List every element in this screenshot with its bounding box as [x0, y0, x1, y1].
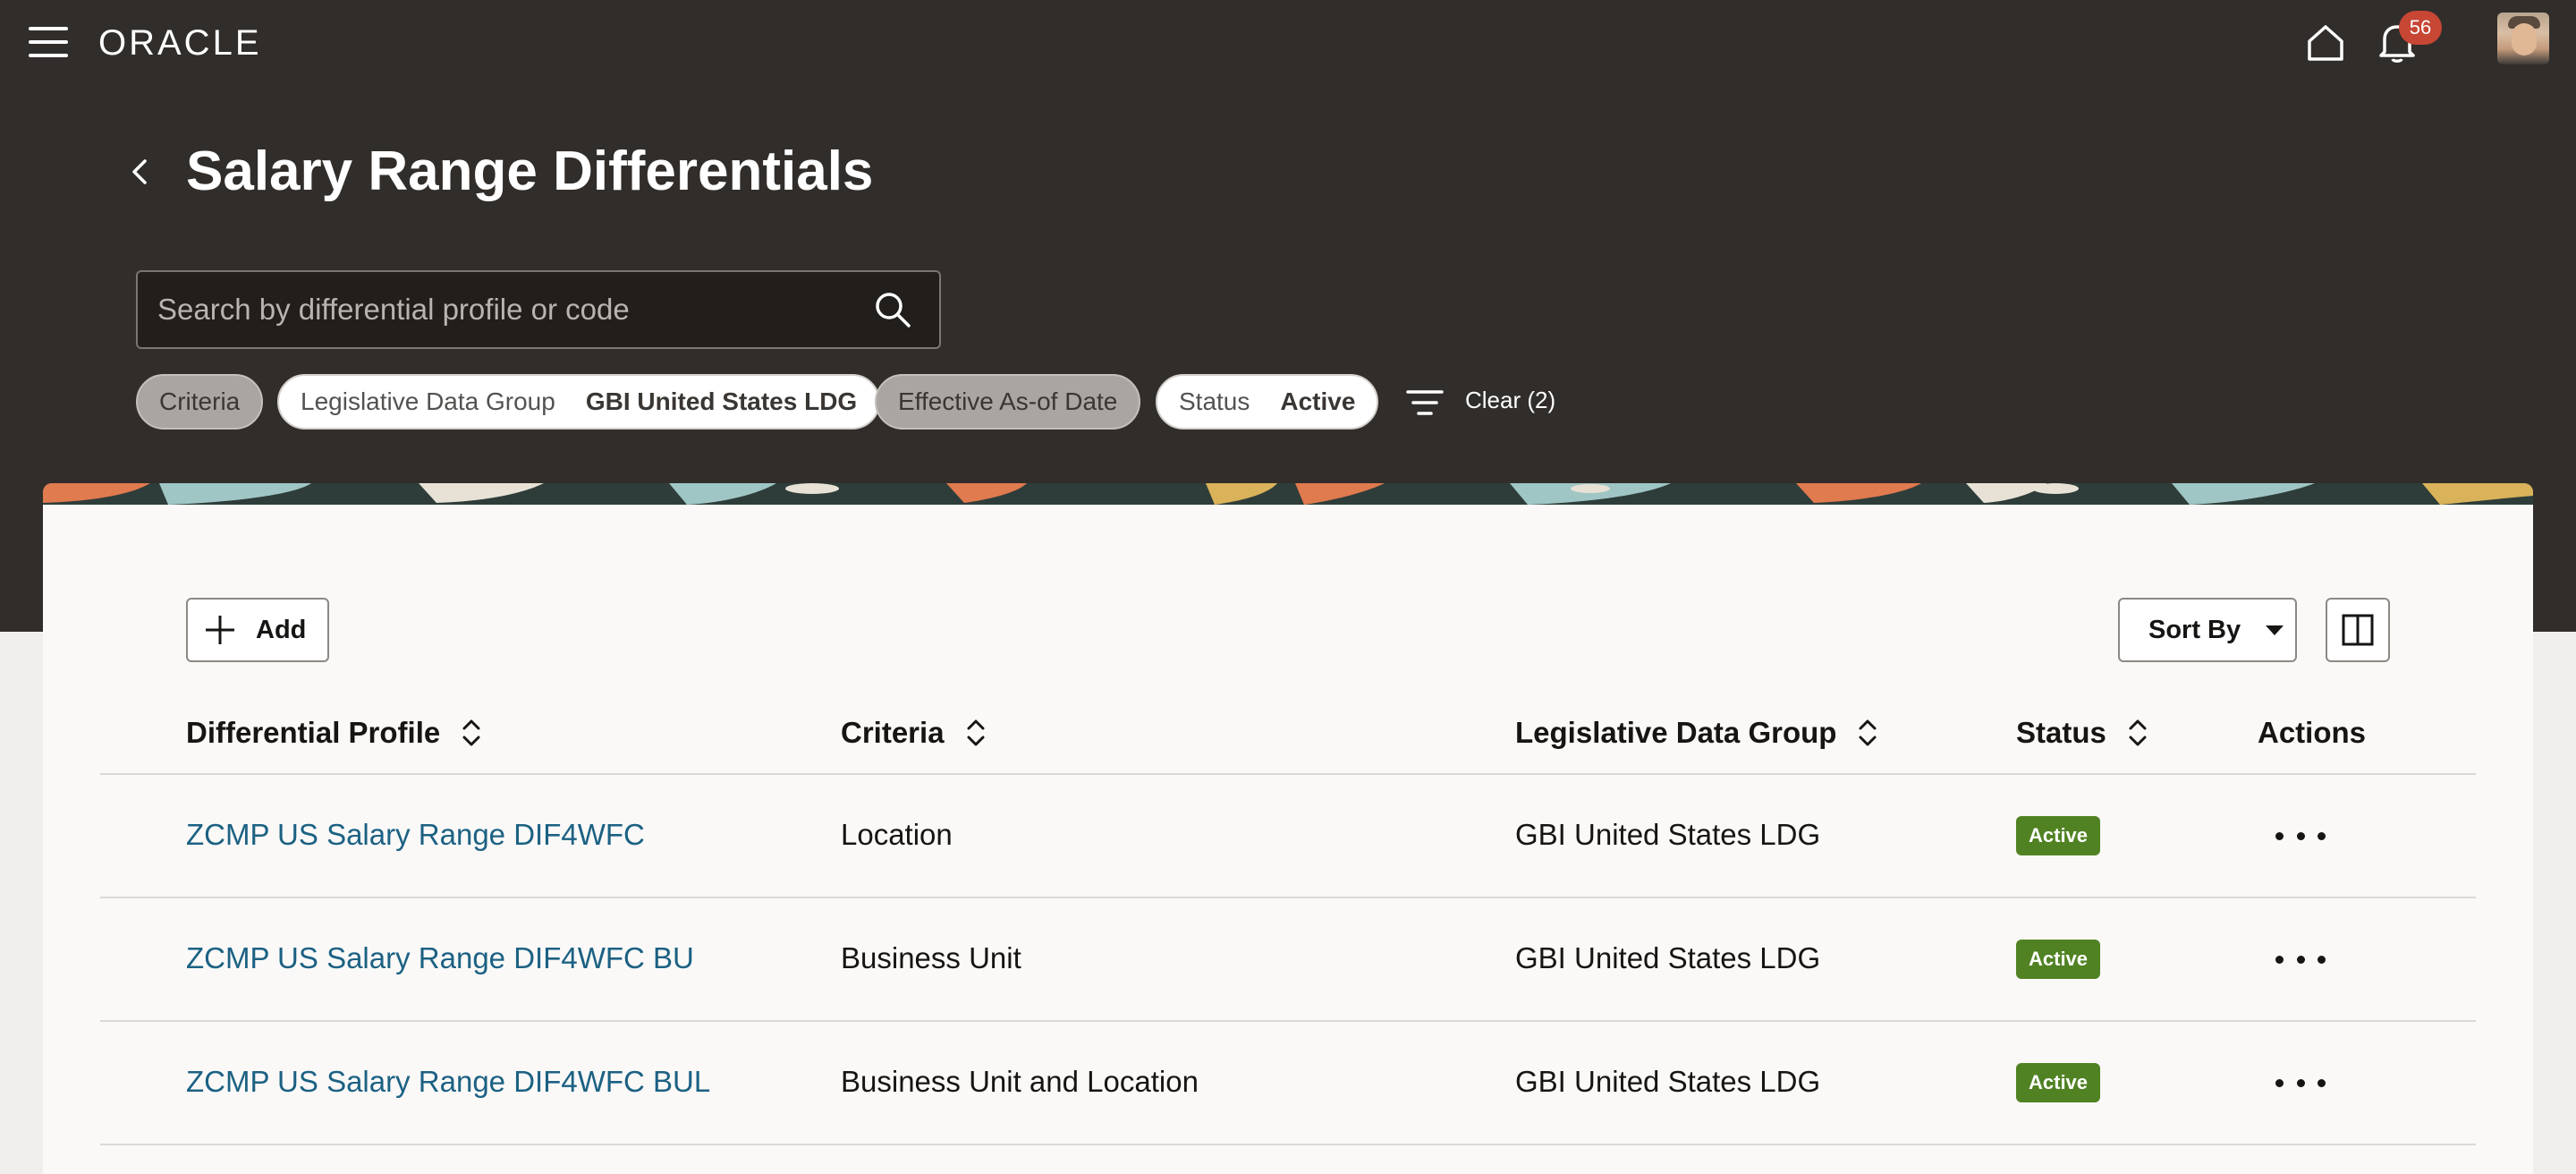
- page-title: Salary Range Differentials: [186, 140, 874, 202]
- column-header-label: Criteria: [841, 716, 945, 749]
- back-chevron-icon[interactable]: [125, 154, 156, 190]
- oracle-logo: ORACLE: [98, 23, 262, 63]
- differential-profile-link[interactable]: ZCMP US Salary Range DIF4WFC BU: [186, 941, 694, 975]
- split-columns-icon: [2342, 614, 2374, 646]
- user-avatar[interactable]: [2497, 13, 2549, 64]
- search-icon[interactable]: [871, 288, 914, 331]
- column-header-label: Actions: [2258, 716, 2367, 749]
- column-header-legislative-data-group[interactable]: Legislative Data Group: [1515, 716, 1879, 750]
- hamburger-menu-icon[interactable]: [29, 27, 68, 57]
- status-badge: Active: [2016, 940, 2101, 979]
- table-row[interactable]: ZCMP US Salary Range DIF4WFC BUL Busines…: [100, 1022, 2476, 1145]
- clear-filters-link[interactable]: Clear (2): [1465, 387, 1555, 414]
- table-row[interactable]: ZCMP US Salary Range DIF4WFC Location GB…: [100, 775, 2476, 898]
- table-header: Differential Profile Criteria Legislativ…: [100, 698, 2476, 775]
- add-button[interactable]: Add: [186, 598, 329, 662]
- status-badge: Active: [2016, 1063, 2101, 1102]
- filter-chip-effective-as-of-date[interactable]: Effective As-of Date: [875, 374, 1141, 430]
- differential-profile-link[interactable]: ZCMP US Salary Range DIF4WFC: [186, 818, 645, 852]
- top-bar: ORACLE 56: [0, 0, 2576, 86]
- filter-chip-legislative-data-group[interactable]: Legislative Data Group GBI United States…: [277, 374, 881, 430]
- sort-arrows-icon: [462, 719, 480, 746]
- criteria-cell: Business Unit: [841, 941, 1021, 974]
- filter-lines-icon[interactable]: [1404, 385, 1445, 421]
- filter-chip-label: Effective As-of Date: [898, 387, 1118, 415]
- table-row[interactable]: ZCMP US Salary Range DIF4WFC BU Business…: [100, 898, 2476, 1022]
- sort-arrows-icon: [1859, 719, 1877, 746]
- caret-down-icon: [2266, 625, 2284, 635]
- filter-chip-label: Criteria: [159, 387, 241, 415]
- ldg-cell: GBI United States LDG: [1515, 1065, 1821, 1098]
- search-input[interactable]: [157, 272, 855, 347]
- page-background: [0, 632, 43, 1174]
- column-header-actions: Actions: [2258, 716, 2366, 750]
- filter-chip-label: Status: [1179, 387, 1250, 415]
- criteria-cell: Business Unit and Location: [841, 1065, 1199, 1098]
- column-header-status[interactable]: Status: [2016, 716, 2149, 750]
- filter-chip-criteria[interactable]: Criteria: [136, 374, 264, 430]
- status-badge: Active: [2016, 816, 2101, 855]
- sort-by-button[interactable]: Sort By: [2118, 598, 2297, 662]
- filter-chip-label: Legislative Data Group: [301, 387, 555, 415]
- column-header-label: Differential Profile: [186, 716, 441, 749]
- differential-profile-link[interactable]: ZCMP US Salary Range DIF4WFC BUL: [186, 1065, 710, 1099]
- column-header-label: Legislative Data Group: [1515, 716, 1837, 749]
- search-box: [136, 270, 941, 349]
- column-header-label: Status: [2016, 716, 2106, 749]
- notification-count-badge: 56: [2399, 11, 2442, 45]
- sort-arrows-icon: [967, 719, 985, 746]
- plus-icon: [206, 616, 234, 644]
- home-icon[interactable]: [2304, 21, 2347, 64]
- column-layout-button[interactable]: [2326, 598, 2390, 662]
- sort-arrows-icon: [2129, 719, 2147, 746]
- filter-chip-value: GBI United States LDG: [585, 387, 858, 415]
- more-actions-icon[interactable]: [2275, 814, 2326, 857]
- page-background: [2533, 632, 2576, 1174]
- decorative-banner: [43, 483, 2533, 505]
- add-button-label: Add: [256, 615, 307, 644]
- column-header-criteria[interactable]: Criteria: [841, 716, 987, 750]
- results-card: Add Sort By Differential Profile Criteri…: [43, 483, 2533, 1174]
- criteria-cell: Location: [841, 818, 953, 851]
- filter-chip-status[interactable]: Status Active: [1156, 374, 1379, 430]
- sort-by-label: Sort By: [2148, 615, 2241, 644]
- ldg-cell: GBI United States LDG: [1515, 941, 1821, 974]
- more-actions-icon[interactable]: [2275, 938, 2326, 981]
- filter-chip-value: Active: [1280, 387, 1356, 415]
- column-header-differential-profile[interactable]: Differential Profile: [186, 716, 483, 750]
- ldg-cell: GBI United States LDG: [1515, 818, 1821, 851]
- more-actions-icon[interactable]: [2275, 1061, 2326, 1104]
